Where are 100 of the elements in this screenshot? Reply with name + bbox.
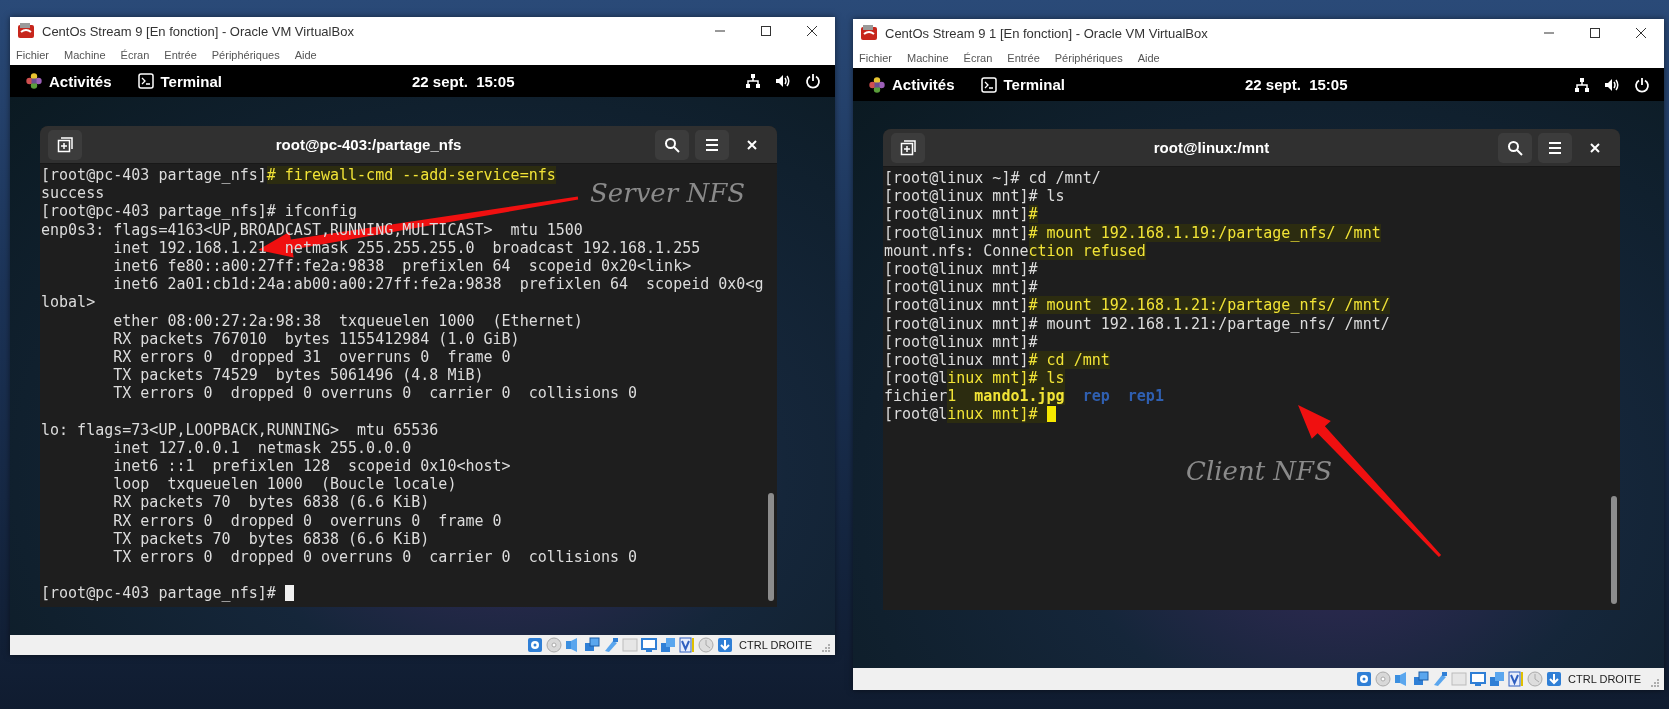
terminal-line: [root@pc-403 partage_nfs]# ifconfig bbox=[41, 202, 358, 221]
terminal-line: inet6 ::1 prefixlen 128 scopeid 0x10<host> bbox=[112, 457, 511, 476]
power-icon[interactable] bbox=[1634, 76, 1650, 93]
terminal-line: TX errors 0 dropped 0 overruns 0 carrier 0 collisions 0 bbox=[112, 384, 638, 403]
resize-grip-icon[interactable] bbox=[1650, 678, 1660, 688]
maximize-icon bbox=[760, 25, 772, 37]
terminal-line: success bbox=[41, 184, 105, 203]
window-title: CentOs Stream 9 [En fonction] - Oracle VM VirtualBox bbox=[42, 23, 354, 39]
terminal-line: RX errors 0 dropped 0 overruns 0 frame 0 bbox=[112, 511, 502, 530]
display-icon[interactable] bbox=[641, 637, 658, 653]
logo-icon bbox=[26, 73, 42, 89]
menu-item[interactable]: Périphériques bbox=[1054, 51, 1123, 64]
app-icon bbox=[861, 25, 877, 41]
display-icon[interactable] bbox=[1470, 671, 1487, 687]
window-title: CentOs Stream 9 1 [En fonction] - Oracle VM VirtualBox bbox=[885, 25, 1208, 41]
highlighted-text: inux mnt]# bbox=[947, 405, 1047, 424]
terminal-line: TX packets 74529 bytes 5061496 (4.8 MiB) bbox=[112, 366, 484, 385]
terminal-line: lobal> bbox=[41, 293, 96, 312]
terminal-line: [root@linux mnt]# bbox=[884, 278, 1038, 297]
search-icon bbox=[1507, 139, 1523, 156]
terminal-icon bbox=[137, 73, 154, 89]
highlighted-text: inux mnt]# ls bbox=[947, 369, 1065, 388]
terminal-line: inet 127.0.0.1 netmask 255.0.0.0 bbox=[112, 438, 412, 457]
terminal-text: [root@l bbox=[884, 369, 948, 388]
highlighted-text: # mount 192.168.1.19:/partage_nfs/ /mnt bbox=[1028, 223, 1381, 242]
terminal-line: TX packets 70 bytes 6838 (6.6 KiB) bbox=[112, 529, 430, 548]
terminal-line: ether 08:00:27:2a:98:38 txqueuelen 1000 (Ethernet) bbox=[112, 311, 583, 330]
terminal-title: root@linux:/mnt bbox=[1152, 139, 1271, 156]
terminal-text: [root@linux mnt] bbox=[884, 296, 1029, 315]
close-icon bbox=[806, 25, 818, 37]
menu-button[interactable] bbox=[1538, 132, 1572, 163]
terminal-text: [root@linux mnt] bbox=[884, 223, 1029, 242]
download-arrow-icon[interactable] bbox=[1546, 671, 1563, 687]
close-icon bbox=[746, 138, 758, 151]
menu-icon bbox=[704, 136, 720, 153]
terminal-text: fichier bbox=[884, 387, 948, 406]
terminal-line: [root@linux ~]# cd /mnt/ bbox=[884, 169, 1101, 188]
highlighted-text: # mount 192.168.1.21:/partage_nfs/ /mnt/ bbox=[1028, 296, 1390, 315]
host-key-label: CTRL DROITE bbox=[1568, 673, 1641, 685]
menu-item[interactable]: Entrée bbox=[164, 49, 197, 61]
highlighted-text: # bbox=[1028, 205, 1038, 224]
terminal-text: [root@linux mnt] bbox=[884, 205, 1029, 224]
terminal-text: mount.nfs: Conne bbox=[884, 241, 1029, 260]
terminal-line: TX errors 0 dropped 0 overruns 0 carrier 0 collisions 0 bbox=[112, 547, 638, 567]
power-icon[interactable] bbox=[805, 73, 821, 89]
menu-item[interactable]: Entrée bbox=[1007, 51, 1040, 64]
terminal-line: loop txqueuelen 1000 (Boucle locale) bbox=[112, 475, 457, 494]
activities-button[interactable]: Activités bbox=[869, 76, 955, 93]
add-tab-icon bbox=[900, 139, 916, 156]
resize-grip-icon[interactable] bbox=[821, 643, 831, 653]
menu-button[interactable] bbox=[695, 129, 729, 160]
terminal-line: inet6 fe80::a00:27ff:fe2a:9838 prefixlen 64 scopeid 0x20<link> bbox=[112, 256, 692, 276]
menu-item[interactable]: Aide bbox=[1137, 51, 1160, 64]
speaker-icon[interactable] bbox=[775, 73, 791, 89]
file-name: mando1.jpg bbox=[974, 387, 1065, 406]
app-icon bbox=[18, 23, 34, 39]
menu-item[interactable]: Fichier bbox=[859, 51, 892, 64]
menu-item[interactable]: Écran bbox=[120, 49, 150, 61]
app-menu-button[interactable]: Terminal bbox=[137, 72, 222, 90]
terminal-line: [root@linux mnt]# bbox=[884, 332, 1038, 351]
terminal-text: [root@pc-403 partage_nfs] bbox=[41, 166, 267, 184]
new-tab-button[interactable] bbox=[48, 129, 82, 160]
terminal-line: inet6 2a01:cb1d:24a:ab00:a00:27ff:fe2a:9838 prefixlen 64 scopeid 0x0<g bbox=[112, 275, 764, 294]
maximize-icon bbox=[1589, 27, 1601, 39]
menu-item[interactable]: Machine bbox=[64, 49, 106, 61]
app-menu-button[interactable]: Terminal bbox=[980, 76, 1065, 93]
menu-item[interactable]: Aide bbox=[294, 49, 317, 61]
menu-icon bbox=[1547, 139, 1563, 156]
terminal-text: [root@linux mnt] bbox=[884, 350, 1029, 369]
scrollbar-thumb[interactable] bbox=[768, 493, 774, 601]
close-icon bbox=[1589, 141, 1601, 154]
menu-item[interactable]: Périphériques bbox=[211, 49, 280, 61]
terminal-line: RX errors 0 dropped 31 overruns 0 frame 0 bbox=[112, 347, 511, 367]
logo-icon bbox=[869, 76, 885, 93]
search-button[interactable] bbox=[655, 129, 689, 160]
annotation-label: Client NFS bbox=[1186, 456, 1332, 486]
terminal-text: [root@pc-403 partage_nfs]# bbox=[41, 584, 277, 603]
terminal-line: [root@linux mnt]# mount 192.168.1.21:/partage_nfs/ /mnt/ bbox=[884, 314, 1390, 333]
menu-item[interactable]: Machine bbox=[907, 51, 949, 64]
search-button[interactable] bbox=[1498, 132, 1532, 163]
annotation-label: Server NFS bbox=[590, 178, 745, 208]
highlighted-text: # firewall-cmd --add-service=nfs bbox=[266, 166, 556, 184]
menu-item[interactable]: Fichier bbox=[16, 49, 49, 61]
clock[interactable]: 22 sept. 15:05 bbox=[1244, 76, 1348, 93]
terminal-line: lo: flags=73<UP,LOOPBACK,RUNNING> mtu 65536 bbox=[41, 420, 439, 439]
download-arrow-icon[interactable] bbox=[717, 637, 734, 653]
search-icon bbox=[664, 136, 680, 153]
terminal-title: root@pc-403:/partage_nfs bbox=[274, 136, 463, 153]
terminal-line: RX packets 767010 bytes 1155412984 (1.0 GiB) bbox=[112, 329, 520, 348]
host-key-label: CTRL DROITE bbox=[739, 639, 812, 651]
activities-button[interactable]: Activités bbox=[26, 72, 112, 90]
close-icon bbox=[1635, 27, 1647, 39]
new-tab-button[interactable] bbox=[891, 132, 925, 163]
terminal-icon bbox=[980, 76, 997, 93]
directory-name: rep1 bbox=[1127, 387, 1164, 406]
clock[interactable]: 22 sept. 15:05 bbox=[411, 72, 515, 90]
terminal-text: [root@l bbox=[884, 405, 948, 424]
highlighted-text: 1 bbox=[947, 387, 975, 406]
scrollbar-thumb[interactable] bbox=[1611, 496, 1617, 604]
menu-item[interactable]: Écran bbox=[963, 51, 993, 64]
